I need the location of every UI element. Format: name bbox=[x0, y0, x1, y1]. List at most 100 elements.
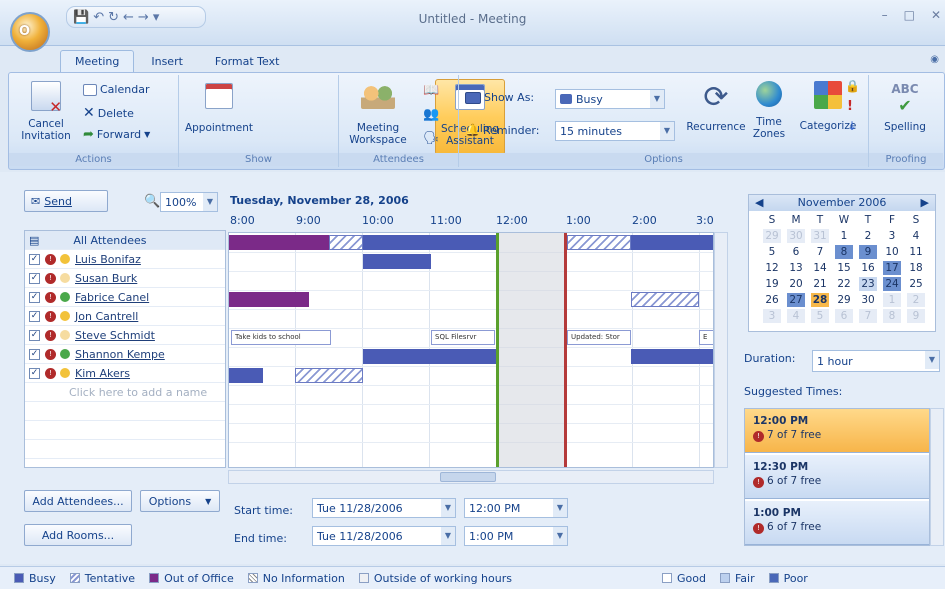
calendar-day[interactable]: 8 bbox=[883, 309, 901, 323]
options-button[interactable]: Options ▼ bbox=[140, 490, 220, 512]
calendar-day[interactable]: 20 bbox=[787, 277, 805, 291]
calendar-day[interactable]: 7 bbox=[811, 245, 829, 259]
attendee-checkbox[interactable]: ✓ bbox=[29, 310, 40, 322]
cancel-invitation-button[interactable]: ✕ Cancel Invitation bbox=[15, 81, 77, 142]
calendar-day[interactable]: 10 bbox=[883, 245, 901, 259]
office-button[interactable]: O bbox=[10, 12, 50, 52]
required-attendee-icon[interactable]: ! bbox=[45, 348, 56, 360]
check-names-icon[interactable]: 👥 bbox=[423, 107, 439, 122]
attendee-checkbox[interactable]: ✓ bbox=[29, 253, 40, 265]
calendar-day[interactable]: 29 bbox=[835, 293, 853, 307]
attendee-checkbox[interactable]: ✓ bbox=[29, 367, 40, 379]
tab-format-text[interactable]: Format Text bbox=[200, 50, 295, 72]
response-options-icon[interactable]: 🗣 bbox=[423, 131, 440, 146]
attendee-checkbox[interactable]: ✓ bbox=[29, 291, 40, 303]
calendar-day[interactable]: 4 bbox=[787, 309, 805, 323]
suggested-time-item[interactable]: 1:00 PM! 6 of 7 free bbox=[745, 501, 929, 545]
list-item[interactable]: ✓! Kim Akers bbox=[25, 364, 225, 383]
calendar-day[interactable]: 15 bbox=[835, 261, 853, 275]
high-importance-icon[interactable]: ! bbox=[847, 99, 853, 114]
calendar-day[interactable]: 9 bbox=[859, 245, 877, 259]
send-button[interactable]: ✉ Send bbox=[24, 190, 108, 212]
calendar-button[interactable]: Calendar bbox=[83, 83, 149, 96]
previous-month-icon[interactable]: ◀ bbox=[755, 195, 763, 211]
help-icon[interactable]: ◉ bbox=[930, 54, 939, 65]
appointment-block[interactable]: SQL Filesrvr bbox=[431, 330, 495, 345]
add-attendee-row[interactable]: Click here to add a name bbox=[25, 383, 225, 402]
list-item[interactable]: ✓! Fabrice Canel bbox=[25, 288, 225, 307]
calendar-day[interactable]: 2 bbox=[907, 293, 925, 307]
calendar-day[interactable]: 17 bbox=[883, 261, 901, 275]
spelling-button[interactable]: ABC ✔ Spelling bbox=[875, 81, 935, 133]
reminder-select[interactable]: 15 minutes ▼ bbox=[555, 121, 675, 141]
close-icon[interactable]: ✕ bbox=[931, 8, 941, 22]
list-item[interactable]: ✓! Jon Cantrell bbox=[25, 307, 225, 326]
attendee-checkbox[interactable]: ✓ bbox=[29, 272, 40, 284]
low-importance-icon[interactable]: ↓ bbox=[847, 119, 857, 133]
list-item[interactable]: ✓! Steve Schmidt bbox=[25, 326, 225, 345]
address-book-icon[interactable]: 📖 bbox=[423, 83, 439, 98]
zoom-select[interactable]: 100% ▼ bbox=[160, 192, 218, 212]
appointment-block[interactable]: E bbox=[699, 330, 713, 345]
maximize-icon[interactable]: □ bbox=[904, 8, 915, 22]
minimize-icon[interactable]: – bbox=[882, 8, 888, 22]
list-item[interactable]: ✓! Luis Bonifaz bbox=[25, 250, 225, 269]
recurrence-button[interactable]: ⟳ Recurrence bbox=[681, 81, 751, 134]
calendar-day[interactable]: 3 bbox=[883, 229, 901, 243]
calendar-day[interactable]: 6 bbox=[787, 245, 805, 259]
attendee-checkbox[interactable]: ✓ bbox=[29, 348, 40, 360]
calendar-day[interactable]: 25 bbox=[907, 277, 925, 291]
calendar-day[interactable]: 29 bbox=[763, 229, 781, 243]
end-time-select[interactable]: 1:00 PM ▼ bbox=[464, 526, 568, 546]
private-lock-icon[interactable]: 🔒 bbox=[845, 79, 860, 93]
calendar-day[interactable]: 21 bbox=[811, 277, 829, 291]
suggested-time-item[interactable]: 12:30 PM! 6 of 7 free bbox=[745, 455, 929, 499]
forward-button[interactable]: ➦ Forward ▼ bbox=[83, 127, 150, 142]
calendar-day[interactable]: 22 bbox=[835, 277, 853, 291]
calendar-day[interactable]: 19 bbox=[763, 277, 781, 291]
next-month-icon[interactable]: ▶ bbox=[921, 195, 929, 211]
calendar-day[interactable]: 16 bbox=[859, 261, 877, 275]
calendar-day[interactable]: 13 bbox=[787, 261, 805, 275]
vertical-scrollbar[interactable] bbox=[714, 232, 728, 468]
duration-select[interactable]: 1 hour ▼ bbox=[812, 350, 940, 372]
calendar-day[interactable]: 2 bbox=[859, 229, 877, 243]
meeting-end-marker[interactable] bbox=[564, 233, 567, 467]
calendar-day[interactable]: 28 bbox=[811, 293, 829, 307]
calendar-day[interactable]: 5 bbox=[763, 245, 781, 259]
calendar-day[interactable]: 31 bbox=[811, 229, 829, 243]
calendar-day[interactable]: 18 bbox=[907, 261, 925, 275]
tab-meeting[interactable]: Meeting bbox=[60, 50, 135, 72]
required-attendee-icon[interactable]: ! bbox=[45, 291, 56, 303]
required-attendee-icon[interactable]: ! bbox=[45, 253, 56, 265]
calendar-day[interactable]: 30 bbox=[787, 229, 805, 243]
calendar-day[interactable]: 3 bbox=[763, 309, 781, 323]
calendar-day[interactable]: 26 bbox=[763, 293, 781, 307]
list-item[interactable]: ✓! Shannon Kempe bbox=[25, 345, 225, 364]
required-attendee-icon[interactable]: ! bbox=[45, 367, 56, 379]
appointment-button[interactable]: Appointment bbox=[183, 83, 255, 134]
time-zones-button[interactable]: Time Zones bbox=[749, 81, 789, 140]
calendar-day[interactable]: 5 bbox=[811, 309, 829, 323]
calendar-day[interactable]: 27 bbox=[787, 293, 805, 307]
calendar-day[interactable]: 11 bbox=[907, 245, 925, 259]
start-date-select[interactable]: Tue 11/28/2006 ▼ bbox=[312, 498, 456, 518]
add-attendees-button[interactable]: Add Attendees... bbox=[24, 490, 132, 512]
calendar-day[interactable]: 8 bbox=[835, 245, 853, 259]
tab-insert[interactable]: Insert bbox=[136, 50, 198, 72]
meeting-start-marker[interactable] bbox=[496, 233, 499, 467]
calendar-day[interactable]: 9 bbox=[907, 309, 925, 323]
appointment-block[interactable]: Updated: Stor bbox=[567, 330, 631, 345]
add-rooms-button[interactable]: Add Rooms... bbox=[24, 524, 132, 546]
start-time-select[interactable]: 12:00 PM ▼ bbox=[464, 498, 568, 518]
list-item[interactable]: ✓! Susan Burk bbox=[25, 269, 225, 288]
calendar-day[interactable]: 6 bbox=[835, 309, 853, 323]
free-busy-grid[interactable]: Take kids to school SQL Filesrvr Updated… bbox=[228, 232, 714, 468]
attendee-checkbox[interactable]: ✓ bbox=[29, 329, 40, 341]
suggested-time-item[interactable]: 12:00 PM! 7 of 7 free bbox=[745, 409, 929, 453]
calendar-day[interactable]: 1 bbox=[835, 229, 853, 243]
suggestions-scrollbar[interactable] bbox=[930, 408, 944, 546]
required-attendee-icon[interactable]: ! bbox=[45, 272, 56, 284]
required-attendee-icon[interactable]: ! bbox=[45, 310, 56, 322]
required-attendee-icon[interactable]: ! bbox=[45, 329, 56, 341]
